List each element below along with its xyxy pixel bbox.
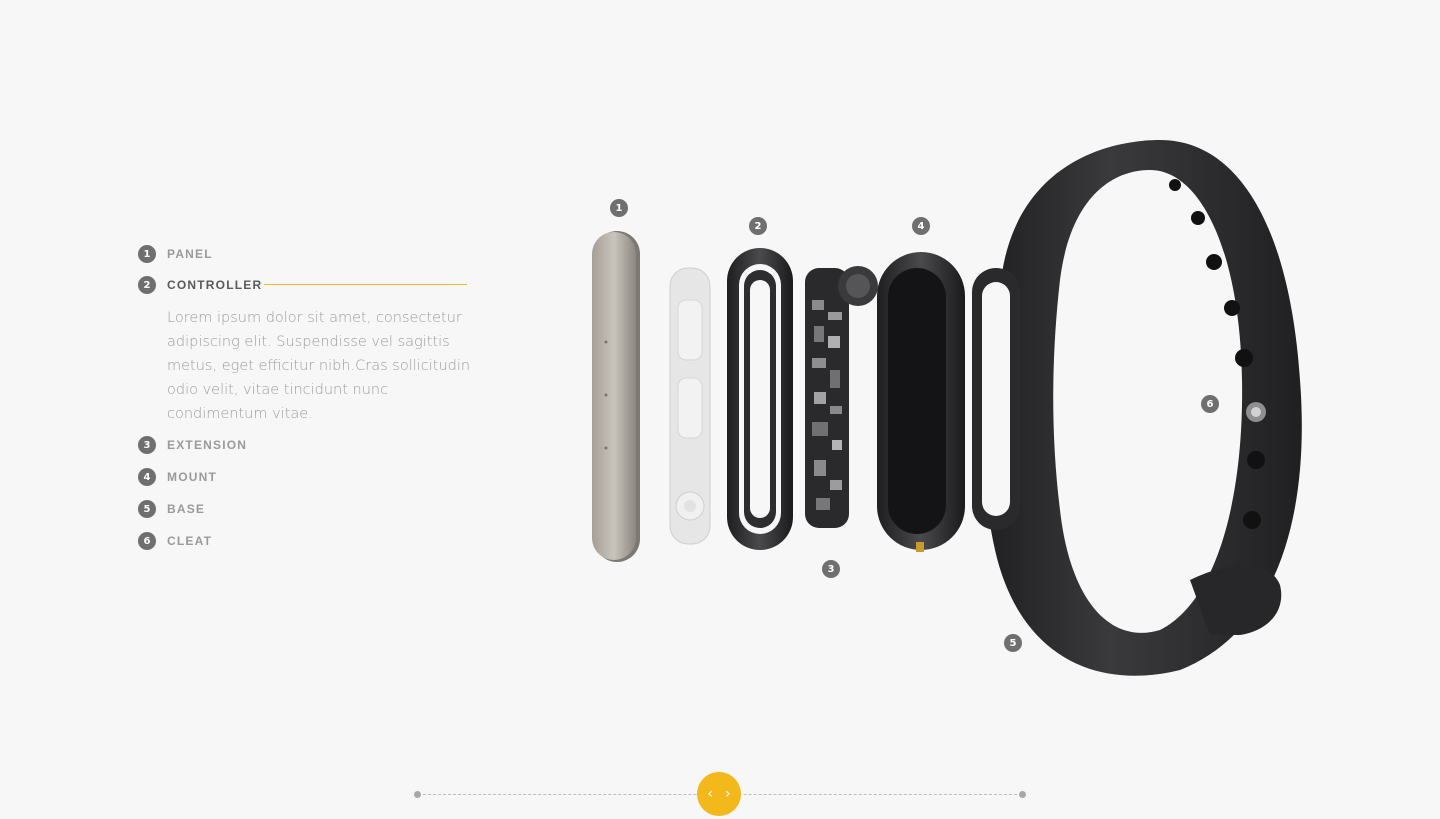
controller-frame-part [727, 248, 793, 550]
part-label: CONTROLLER [167, 278, 263, 292]
extension-circuit-part [805, 266, 878, 528]
part-item-extension[interactable]: 3 EXTENSION [138, 435, 247, 455]
part-number-badge: 6 [138, 532, 156, 550]
part-number-badge: 2 [138, 276, 156, 294]
callout-cleat[interactable]: 6 [1201, 395, 1219, 413]
chevron-left-icon[interactable]: ‹ [707, 787, 713, 801]
clear-clip-part [669, 267, 711, 545]
exploded-illustration: 1 2 3 4 5 6 [580, 130, 1320, 690]
part-number-badge: 5 [138, 500, 156, 518]
part-item-base[interactable]: 5 BASE [138, 499, 205, 519]
part-label: PANEL [167, 247, 213, 261]
part-number-badge: 4 [138, 468, 156, 486]
mount-part [877, 252, 965, 552]
part-item-mount[interactable]: 4 MOUNT [138, 467, 217, 487]
pager-end-dot[interactable] [1019, 791, 1026, 798]
part-number-badge: 1 [138, 245, 156, 263]
part-description: Lorem ipsum dolor sit amet, consectetur … [167, 310, 471, 422]
callout-extension[interactable]: 3 [822, 560, 840, 578]
callout-controller[interactable]: 2 [749, 217, 767, 235]
slide-pager: ‹ › [414, 772, 1026, 816]
pager-start-dot[interactable] [414, 791, 421, 798]
callout-base[interactable]: 5 [1004, 634, 1022, 652]
part-label: MOUNT [167, 470, 217, 484]
active-item-underline [264, 284, 467, 285]
part-item-controller[interactable]: 2 CONTROLLER [138, 275, 262, 295]
callout-panel[interactable]: 1 [610, 199, 628, 217]
panel-part [592, 231, 640, 562]
part-label: CLEAT [167, 534, 213, 548]
part-number-badge: 3 [138, 436, 156, 454]
pager-knob[interactable]: ‹ › [697, 772, 741, 816]
part-label: EXTENSION [167, 438, 248, 452]
wrist-band-part [972, 140, 1302, 676]
exploded-view-page: 1 PANEL 2 CONTROLLER Lorem ipsum dolor s… [0, 0, 1440, 819]
part-item-panel[interactable]: 1 PANEL [138, 244, 213, 264]
callout-mount[interactable]: 4 [912, 217, 930, 235]
part-label: BASE [167, 502, 206, 516]
chevron-right-icon[interactable]: › [725, 787, 731, 801]
part-item-cleat[interactable]: 6 CLEAT [138, 531, 212, 551]
